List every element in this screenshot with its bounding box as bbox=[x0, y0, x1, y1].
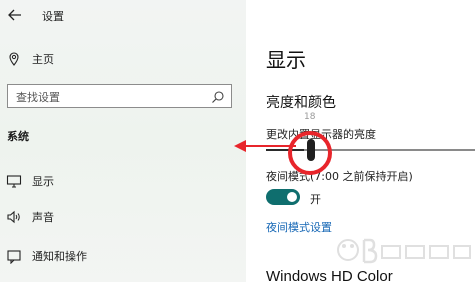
sidebar-item-notifications[interactable]: 通知和操作 bbox=[0, 244, 246, 268]
toggle-state-label: 开 bbox=[310, 193, 321, 206]
home-icon bbox=[6, 51, 22, 67]
brightness-value-tooltip: 18 bbox=[304, 112, 316, 122]
back-button[interactable] bbox=[6, 6, 24, 24]
monitor-icon bbox=[6, 173, 22, 189]
search-icon[interactable] bbox=[211, 89, 225, 103]
sidebar-item-label: 显示 bbox=[32, 175, 54, 188]
section-heading: 系统 bbox=[7, 130, 29, 143]
back-arrow-icon bbox=[8, 9, 21, 21]
speaker-icon bbox=[6, 209, 22, 225]
page-title: 显示 bbox=[266, 48, 306, 72]
search-input[interactable]: 查找设置 bbox=[7, 84, 232, 108]
watermark-logo bbox=[337, 238, 471, 264]
notification-icon bbox=[6, 248, 22, 265]
title-bar: 设置 bbox=[0, 0, 246, 32]
sidebar-item-sound[interactable]: 声音 bbox=[0, 205, 246, 229]
hd-color-title: Windows HD Color bbox=[266, 268, 393, 282]
sidebar-item-label: 声音 bbox=[32, 211, 54, 224]
night-light-label: 夜间模式(7:00 之前保持开启) bbox=[266, 170, 413, 183]
annotation-circle bbox=[288, 131, 332, 175]
toggle-knob bbox=[287, 192, 297, 202]
search-placeholder: 查找设置 bbox=[16, 91, 60, 104]
section-title: 亮度和颜色 bbox=[266, 95, 336, 111]
sidebar-item-home[interactable]: 主页 bbox=[0, 47, 246, 71]
sidebar: 设置 主页 查找设置 系统 显示 声音 通知和操作 bbox=[0, 0, 246, 282]
night-light-settings-link[interactable]: 夜间模式设置 bbox=[266, 219, 332, 235]
window-title: 设置 bbox=[42, 10, 64, 23]
sidebar-item-label: 主页 bbox=[32, 53, 54, 66]
sidebar-item-label: 通知和操作 bbox=[32, 250, 87, 263]
night-light-toggle[interactable] bbox=[266, 189, 300, 205]
sidebar-item-display[interactable]: 显示 bbox=[0, 169, 246, 193]
